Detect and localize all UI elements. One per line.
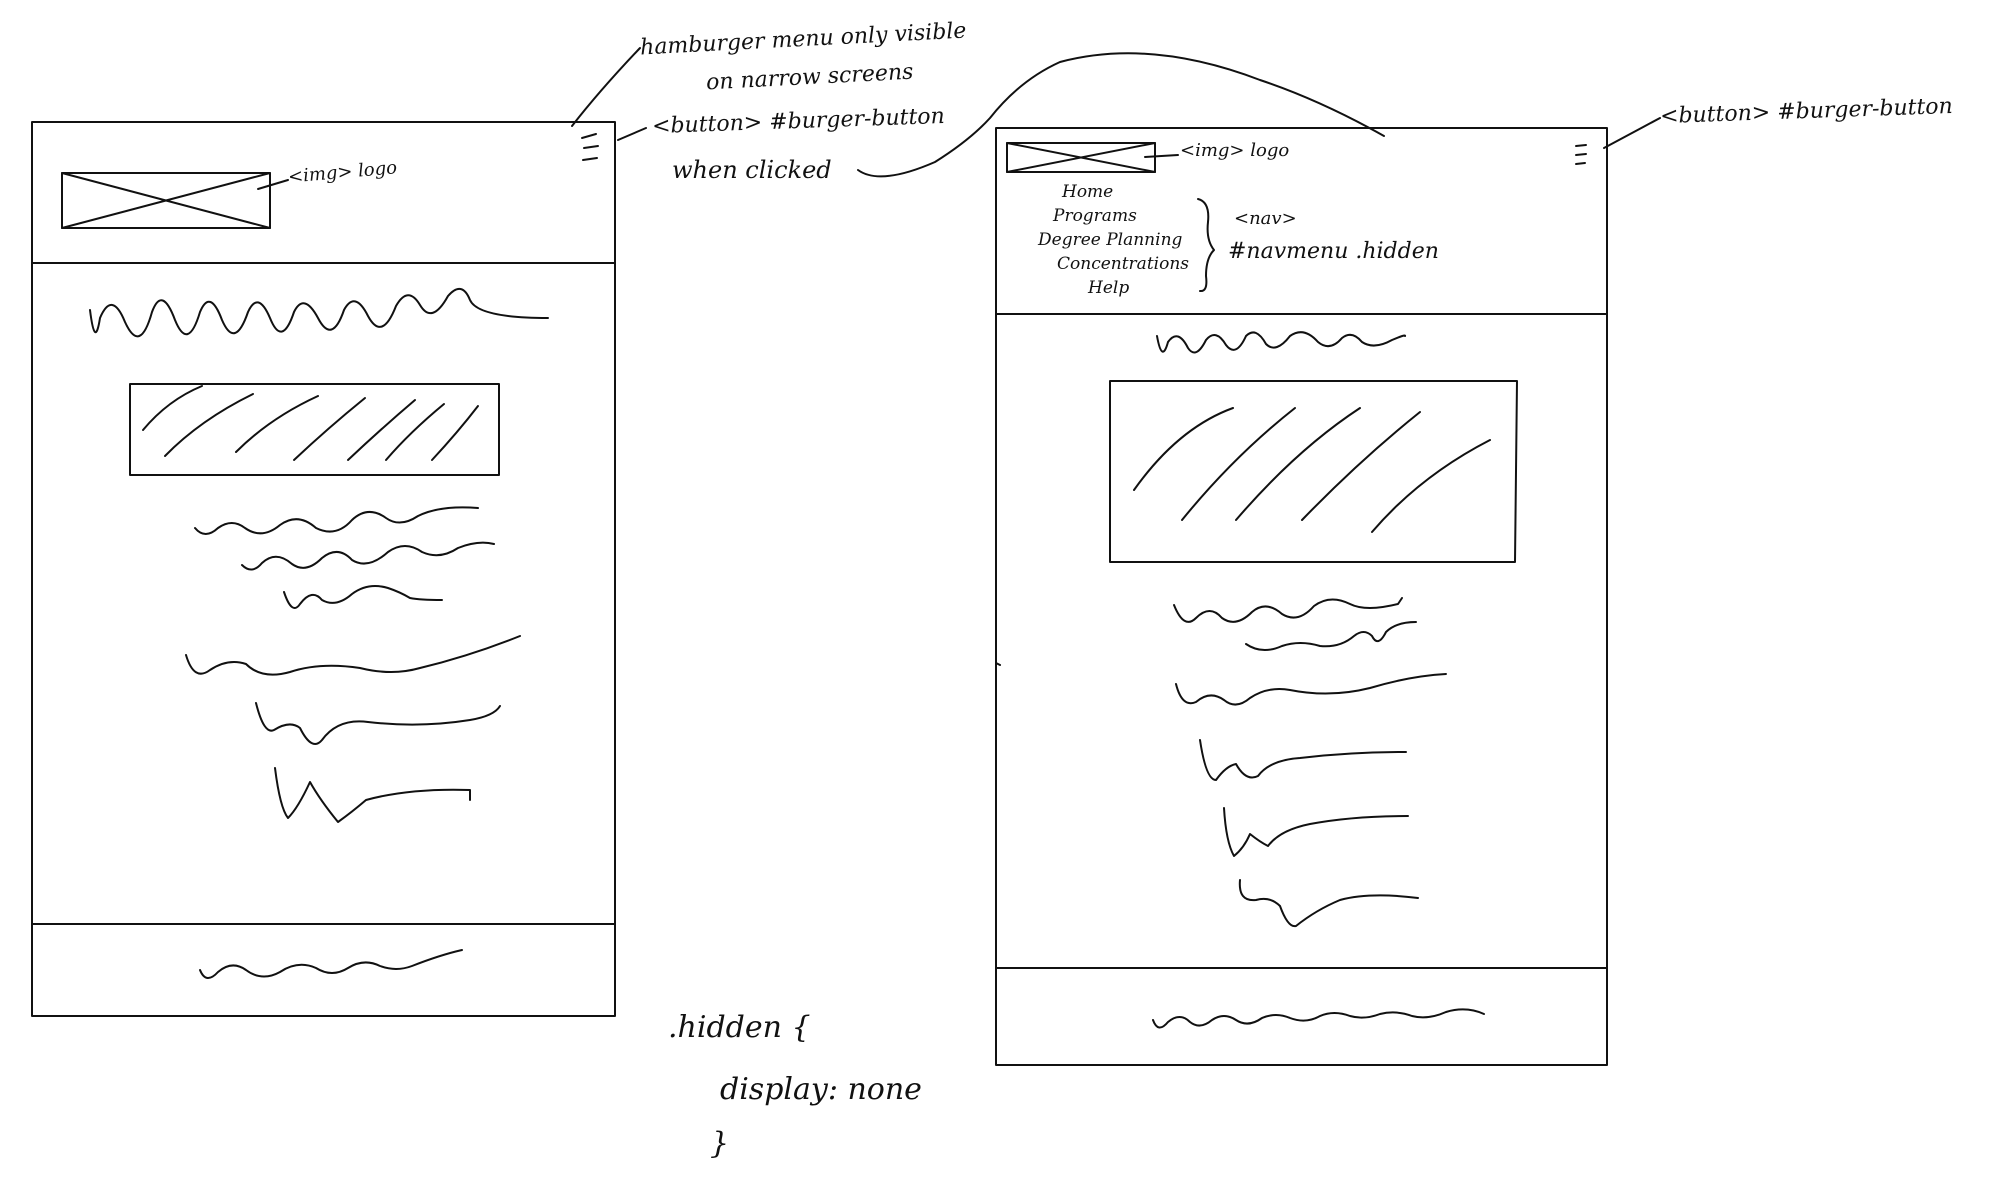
pointer-hamburger-note xyxy=(571,47,641,127)
narrow-text-squiggle-5 xyxy=(255,702,501,745)
open-text-squiggle-6 xyxy=(1238,879,1419,928)
open-text-squiggle-4 xyxy=(1199,739,1407,781)
narrow-text-squiggle-3 xyxy=(283,585,443,609)
narrow-heading-squiggle xyxy=(89,288,549,338)
open-footer-squiggle xyxy=(1152,1008,1485,1029)
open-text-squiggle-3 xyxy=(1175,673,1447,706)
narrow-text-squiggle-2 xyxy=(241,541,495,571)
narrow-text-squiggle-6 xyxy=(274,767,471,823)
narrow-text-squiggle-4 xyxy=(185,635,521,676)
open-text-squiggle-1 xyxy=(1173,597,1403,623)
open-image-placeholder xyxy=(1109,380,1518,563)
css-snippet-line2: display: none xyxy=(720,1072,922,1107)
narrow-footer-squiggle xyxy=(199,949,463,979)
narrow-logo-placeholder xyxy=(61,172,289,229)
nav-item-degree-planning[interactable]: Degree Planning xyxy=(1038,230,1182,250)
when-clicked-label: when clicked xyxy=(672,156,832,184)
open-logo-placeholder xyxy=(1006,142,1179,173)
nav-item-programs[interactable]: Programs xyxy=(1053,206,1137,226)
open-burger-icon[interactable] xyxy=(1575,144,1587,165)
narrow-wireframe xyxy=(31,121,616,1017)
nav-selector-label: #navmenu .hidden xyxy=(1228,239,1439,264)
css-snippet-line3: } xyxy=(710,1126,730,1161)
nav-tag-label: <nav> xyxy=(1234,208,1297,229)
nav-item-concentrations[interactable]: Concentrations xyxy=(1057,254,1189,274)
open-text-squiggle-2 xyxy=(1245,621,1417,651)
css-snippet-line1: .hidden { xyxy=(668,1010,811,1045)
nav-item-help[interactable]: Help xyxy=(1088,278,1129,298)
narrow-burger-icon[interactable] xyxy=(581,133,599,161)
pointer-burger-button-left xyxy=(617,127,647,141)
pointer-burger-button-right xyxy=(1603,117,1661,149)
nav-item-home[interactable]: Home xyxy=(1062,182,1113,202)
narrow-image-placeholder xyxy=(129,383,500,476)
narrow-text-squiggle-1 xyxy=(194,506,479,535)
open-text-squiggle-5 xyxy=(1223,807,1409,857)
narrow-phone-frame xyxy=(31,121,616,1017)
nav-curly-brace xyxy=(1197,198,1215,293)
logo-label-right: <img> logo xyxy=(1180,140,1290,161)
open-heading-squiggle xyxy=(1156,331,1407,354)
